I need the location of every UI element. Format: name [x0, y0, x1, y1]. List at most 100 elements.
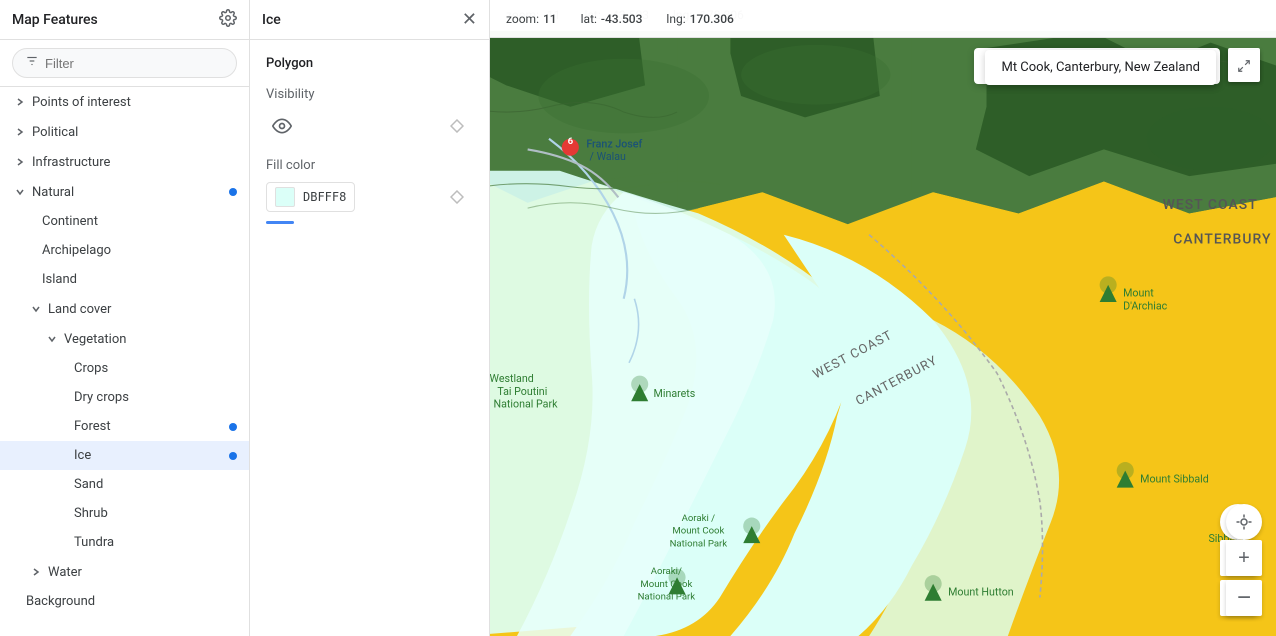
detail-panel: Ice ✕ Polygon Visibility [250, 0, 490, 636]
svg-text:6: 6 [568, 136, 574, 147]
zoom-out-btn-overlay[interactable]: − [1226, 580, 1262, 616]
color-hex-value: DBFFF8 [303, 190, 346, 204]
chevron-icon [28, 564, 44, 580]
close-icon[interactable]: ✕ [462, 9, 477, 30]
filter-icon [25, 54, 39, 72]
nav-item-dot [229, 423, 237, 431]
nav-item-dot [229, 188, 237, 196]
sidebar-item-forest[interactable]: Forest [0, 412, 249, 441]
nav-item-label: Ice [74, 448, 237, 463]
nav-list: Points of interest Political Infrastructur… [0, 87, 249, 616]
color-swatch-wrap[interactable]: DBFFF8 [266, 182, 355, 212]
svg-text:Mount Hutton: Mount Hutton [948, 585, 1014, 598]
filter-input[interactable] [45, 56, 224, 71]
svg-text:Tai Poutini: Tai Poutini [497, 385, 547, 398]
color-swatch [275, 187, 295, 207]
detail-body: Polygon Visibility Fill color [250, 40, 489, 256]
zoom-in-btn-overlay[interactable]: + [1226, 540, 1262, 576]
svg-text:Aoraki /: Aoraki / [682, 513, 716, 524]
fill-line-wrap [266, 221, 473, 224]
location-tooltip-overlay: Mt Cook, Canterbury, New Zealand [985, 50, 1216, 85]
svg-text:Mount Cook: Mount Cook [672, 526, 724, 537]
fill-color-label: Fill color [266, 158, 473, 173]
detail-title: Ice [262, 12, 281, 28]
sidebar-title: Map Features [12, 12, 98, 28]
nav-item-label: Infrastructure [32, 155, 237, 170]
svg-text:Aoraki/: Aoraki/ [651, 566, 682, 577]
detail-header: Ice ✕ [250, 0, 489, 40]
chevron-icon [44, 331, 60, 347]
sidebar-item-background[interactable]: Background [0, 587, 249, 616]
sidebar-item-natural[interactable]: Natural [0, 177, 249, 207]
location-name: Mt Cook, Canterbury, New Zealand [1001, 60, 1200, 75]
sidebar-filter-section [0, 40, 249, 87]
sidebar-item-land-cover[interactable]: Land cover [0, 294, 249, 324]
fullscreen-btn-overlay[interactable] [1228, 50, 1260, 82]
svg-text:National Park: National Park [638, 592, 696, 603]
polygon-section: Polygon [266, 56, 473, 71]
zoom-value-2: 11 [543, 12, 557, 26]
nav-item-label: Points of interest [32, 95, 237, 110]
sidebar-item-shrub[interactable]: Shrub [0, 499, 249, 528]
sidebar-header: Map Features [0, 0, 249, 40]
visibility-section: Visibility [266, 87, 473, 142]
sidebar-item-dry-crops[interactable]: Dry crops [0, 383, 249, 412]
lat-value-2: -43.503 [601, 12, 643, 26]
sidebar-item-island[interactable]: Island [0, 265, 249, 294]
sidebar-item-vegetation[interactable]: Vegetation [0, 324, 249, 354]
zoom-label-2: zoom: [506, 12, 539, 26]
visibility-diamond-icon[interactable] [441, 110, 473, 142]
fill-color-row: DBFFF8 [266, 181, 473, 213]
nav-item-label: Political [32, 125, 237, 140]
sidebar-item-water[interactable]: Water [0, 557, 249, 587]
sidebar-item-continent[interactable]: Continent [0, 207, 249, 236]
svg-text:Minarets: Minarets [654, 387, 696, 400]
gear-icon[interactable] [219, 9, 237, 31]
fill-color-diamond-icon[interactable] [441, 181, 473, 213]
visibility-icon-btn[interactable] [266, 110, 298, 142]
fill-color-section: Fill color DBFFF8 [266, 158, 473, 224]
chevron-icon [12, 184, 28, 200]
zoom-controls-overlay: + − [1226, 540, 1262, 616]
nav-item-label: Land cover [48, 302, 237, 317]
sidebar-item-crops[interactable]: Crops [0, 354, 249, 383]
sidebar-item-political[interactable]: Political [0, 117, 249, 147]
map-canvas: 6 Franz Josef / Walau WEST COAST CANTERB… [490, 0, 1276, 636]
svg-text:Mount Cook: Mount Cook [640, 579, 692, 590]
nav-item-label: Crops [74, 361, 237, 376]
sidebar-item-archipelago[interactable]: Archipelago [0, 236, 249, 265]
svg-text:Mount Sibbald: Mount Sibbald [1140, 472, 1209, 485]
sidebar-item-points-of-interest[interactable]: Points of interest [0, 87, 249, 117]
nav-item-label: Tundra [74, 535, 237, 550]
visibility-row [266, 110, 473, 142]
visibility-label: Visibility [266, 87, 473, 102]
nav-item-label: Background [26, 594, 237, 609]
sidebar-item-sand[interactable]: Sand [0, 470, 249, 499]
filter-input-wrap[interactable] [12, 48, 237, 78]
svg-text:/ Walau: / Walau [590, 150, 627, 163]
nav-item-label: Water [48, 565, 237, 580]
svg-text:Franz Josef: Franz Josef [586, 137, 642, 150]
nav-item-label: Sand [74, 477, 237, 492]
sidebar-item-infrastructure[interactable]: Infrastructure [0, 147, 249, 177]
nav-item-label: Archipelago [42, 243, 237, 258]
sidebar: Map Features Points of interest Political… [0, 0, 250, 636]
sidebar-item-tundra[interactable]: Tundra [0, 528, 249, 557]
sidebar-item-ice[interactable]: Ice [0, 441, 249, 470]
nav-item-label: Continent [42, 214, 237, 229]
nav-item-label: Natural [32, 185, 237, 200]
chevron-icon [12, 94, 28, 110]
svg-text:D'Archiac: D'Archiac [1123, 299, 1168, 312]
svg-text:Westland: Westland [490, 372, 534, 385]
nav-item-label: Vegetation [64, 332, 237, 347]
chevron-icon [28, 301, 44, 317]
lng-value-2: 170.306 [690, 12, 734, 26]
locate-btn-overlay[interactable] [1226, 504, 1262, 540]
svg-text:Mount: Mount [1123, 287, 1154, 300]
nav-item-dot [229, 452, 237, 460]
map-area[interactable]: zoom: 11 lat: -43.503 lng: 170.306 Mt Co… [490, 0, 1276, 636]
svg-text:National Park: National Park [670, 538, 728, 549]
nav-item-label: Island [42, 272, 237, 287]
nav-item-label: Shrub [74, 506, 237, 521]
chevron-icon [12, 154, 28, 170]
